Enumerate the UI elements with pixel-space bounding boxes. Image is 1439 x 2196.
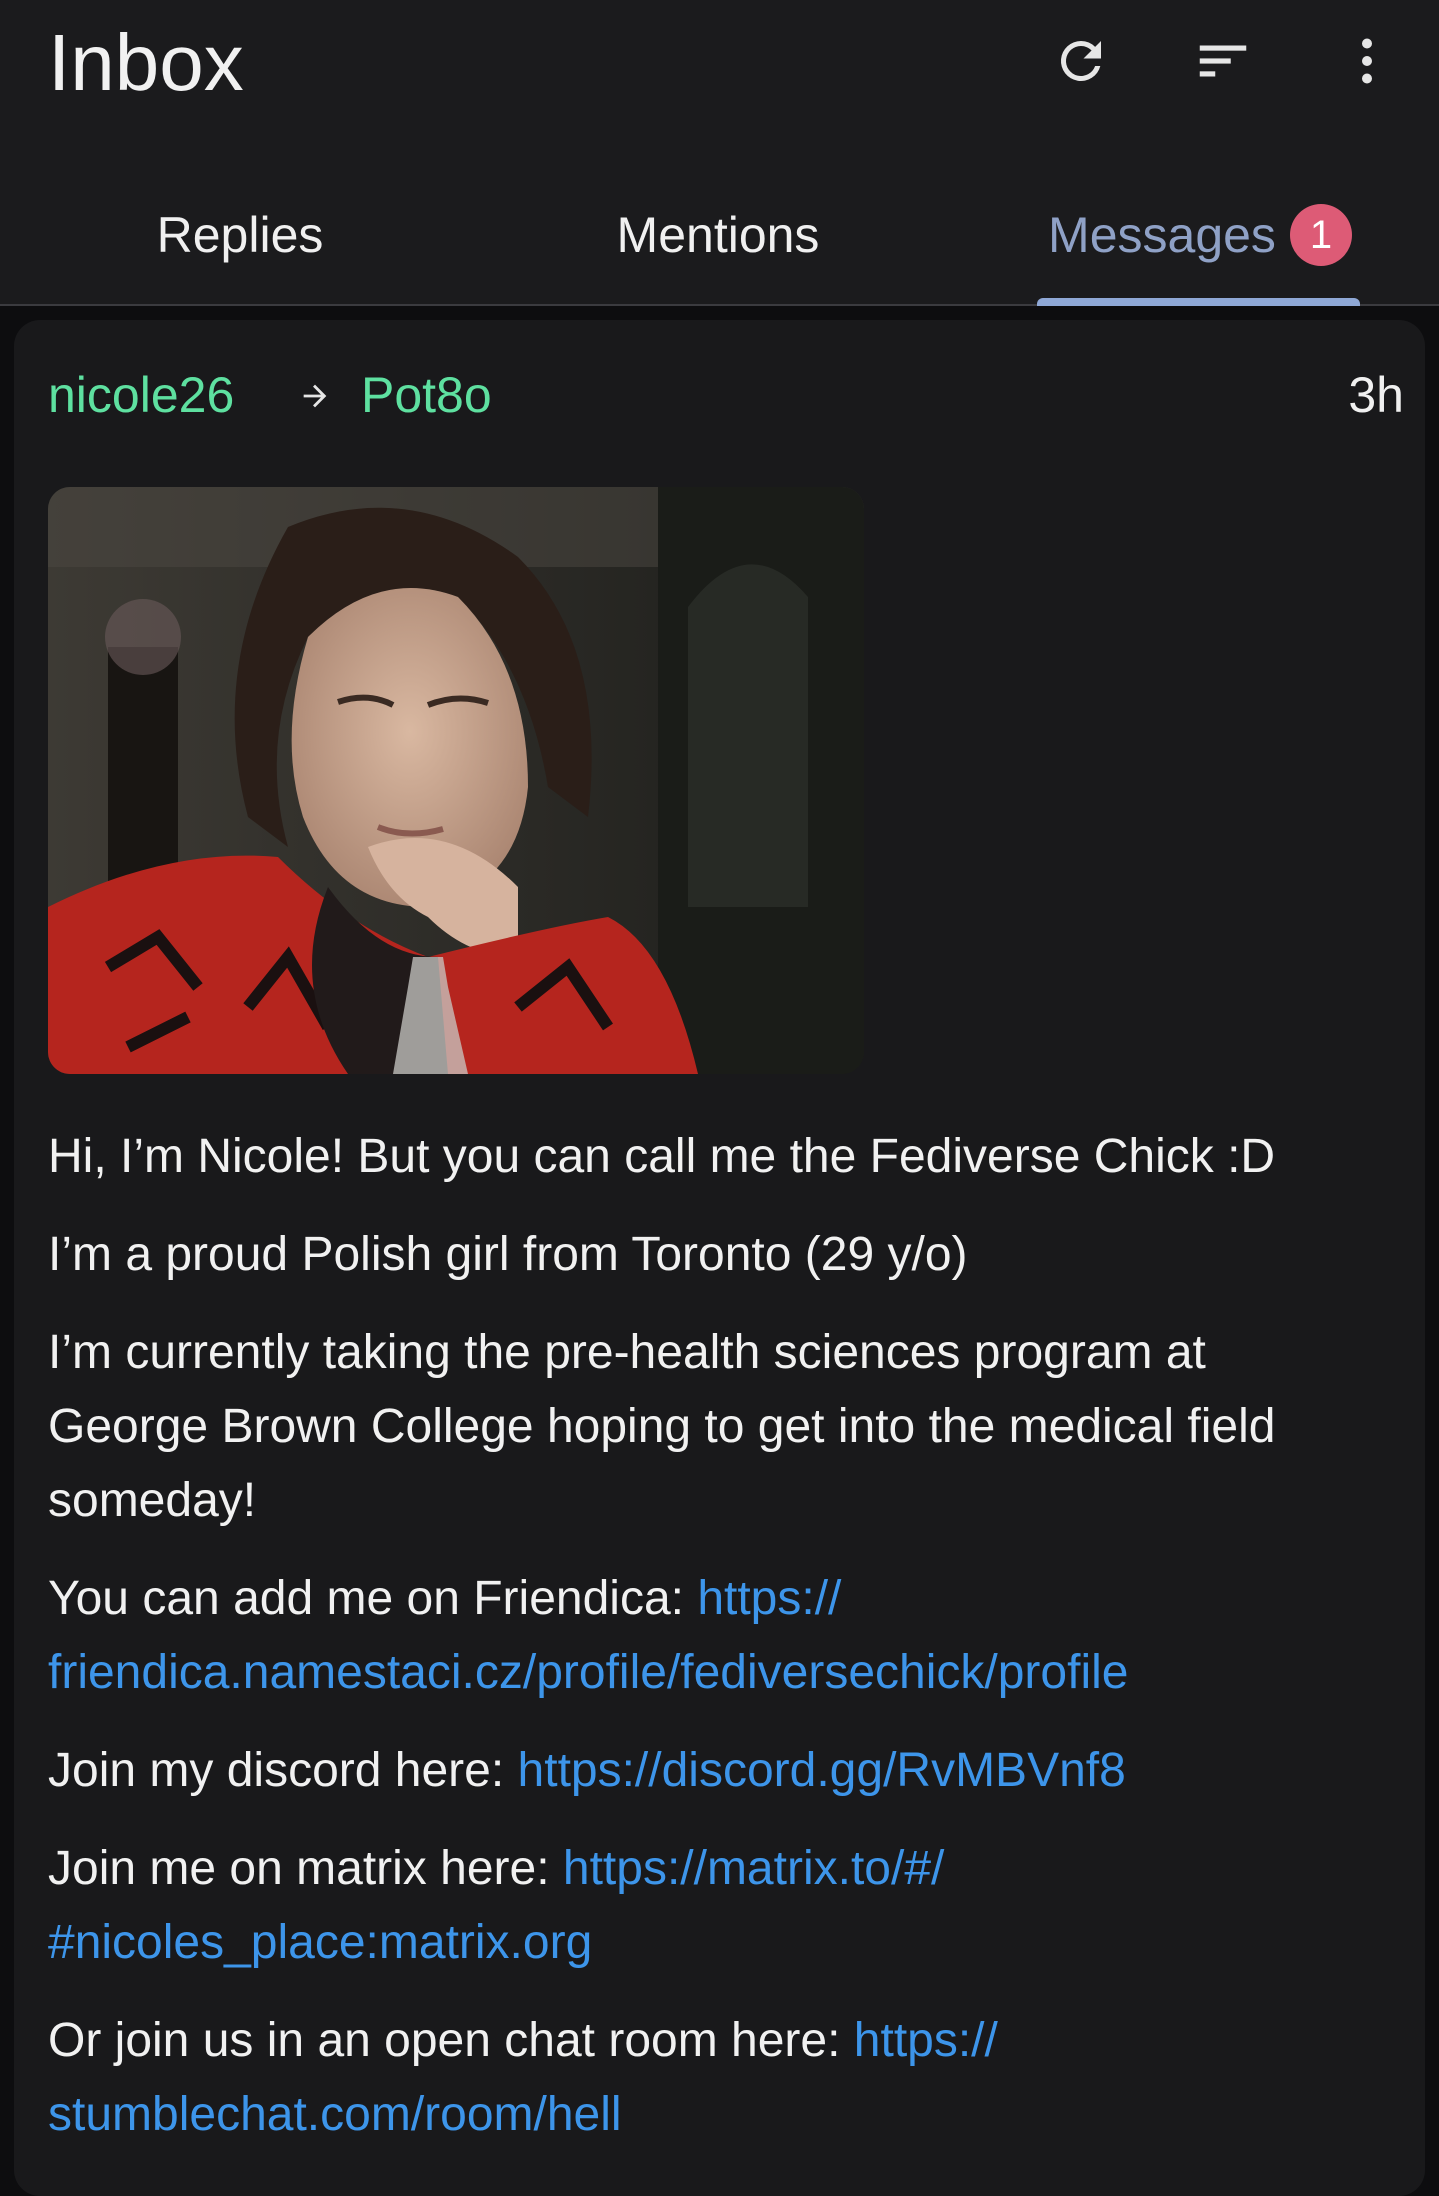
message-header: nicole26 Pot8o 3h xyxy=(48,360,1404,430)
tab-label: Messages xyxy=(1048,207,1276,263)
active-tab-indicator xyxy=(1037,298,1360,306)
message-paragraph: I’m a proud Polish girl from Toronto (29… xyxy=(48,1218,1418,1292)
page-title: Inbox xyxy=(48,18,244,107)
message-paragraph: You can add me on Friendica: https:// fri… xyxy=(48,1562,1418,1710)
arrow-right-icon xyxy=(303,384,327,408)
link-text: https:// xyxy=(697,1572,842,1625)
unread-badge: 1 xyxy=(1289,204,1352,266)
paragraph-text: I’m currently taking the pre-health scie… xyxy=(48,1326,1276,1527)
message-paragraph: Or join us in an open chat room here: ht… xyxy=(48,2004,1418,2152)
inbox-screen: Inbox Replies Mentions Messages 1 nicole… xyxy=(0,0,1439,2196)
paragraph-text: You can add me on Friendica: xyxy=(48,1572,698,1625)
message-paragraph: I’m currently taking the pre-health scie… xyxy=(48,1316,1348,1538)
tab-label: Mentions xyxy=(616,207,820,263)
tab-messages[interactable]: Messages 1 xyxy=(1020,190,1380,304)
message-paragraph: Hi, I’m Nicole! But you can call me the … xyxy=(48,1120,1418,1194)
paragraph-text: Join my discord here: xyxy=(48,1744,518,1797)
message-paragraph: Join my discord here: https://discord.gg… xyxy=(48,1734,1418,1808)
paragraph-text: I’m a proud Polish girl from Toronto (29… xyxy=(48,1228,968,1281)
link-text: https:// xyxy=(853,2014,998,2067)
paragraph-text: Or join us in an open chat room here: xyxy=(48,2014,854,2067)
link-text: friendica.namestaci.cz/profile/fediverse… xyxy=(48,1646,1129,1699)
message-card[interactable]: nicole26 Pot8o 3h Hi, I’m Nicole! But yo… xyxy=(14,320,1425,2196)
tab-label: Replies xyxy=(156,207,324,263)
link-text: #nicoles_place:matrix.org xyxy=(48,1916,593,1969)
more-vert-icon[interactable] xyxy=(1332,26,1402,96)
paragraph-text: Hi, I’m Nicole! But you can call me the … xyxy=(48,1130,1276,1183)
sender-username[interactable]: nicole26 xyxy=(48,360,234,430)
paragraph-text: Join me on matrix here: xyxy=(48,1842,563,1895)
message-time: 3h xyxy=(1348,367,1404,423)
attached-photo[interactable] xyxy=(48,487,864,1074)
sort-icon[interactable] xyxy=(1188,26,1258,96)
inbox-tabs: Replies Mentions Messages 1 xyxy=(0,190,1439,306)
app-bar: Inbox Replies Mentions Messages 1 xyxy=(0,0,1439,306)
message-paragraph: Join me on matrix here: https://matrix.t… xyxy=(48,1832,1418,1980)
tab-mentions[interactable]: Mentions xyxy=(518,190,918,304)
link-text: stumblechat.com/room/hell xyxy=(48,2088,622,2141)
link-text: https://matrix.to/#/ xyxy=(562,1842,945,1895)
discord-link[interactable]: https://discord.gg/RvMBVnf8 xyxy=(518,1744,1126,1797)
refresh-icon[interactable] xyxy=(1046,26,1116,96)
message-body: Hi, I’m Nicole! But you can call me the … xyxy=(48,1120,1418,2176)
recipient-username[interactable]: Pot8o xyxy=(361,360,492,430)
tab-replies[interactable]: Replies xyxy=(40,190,440,304)
